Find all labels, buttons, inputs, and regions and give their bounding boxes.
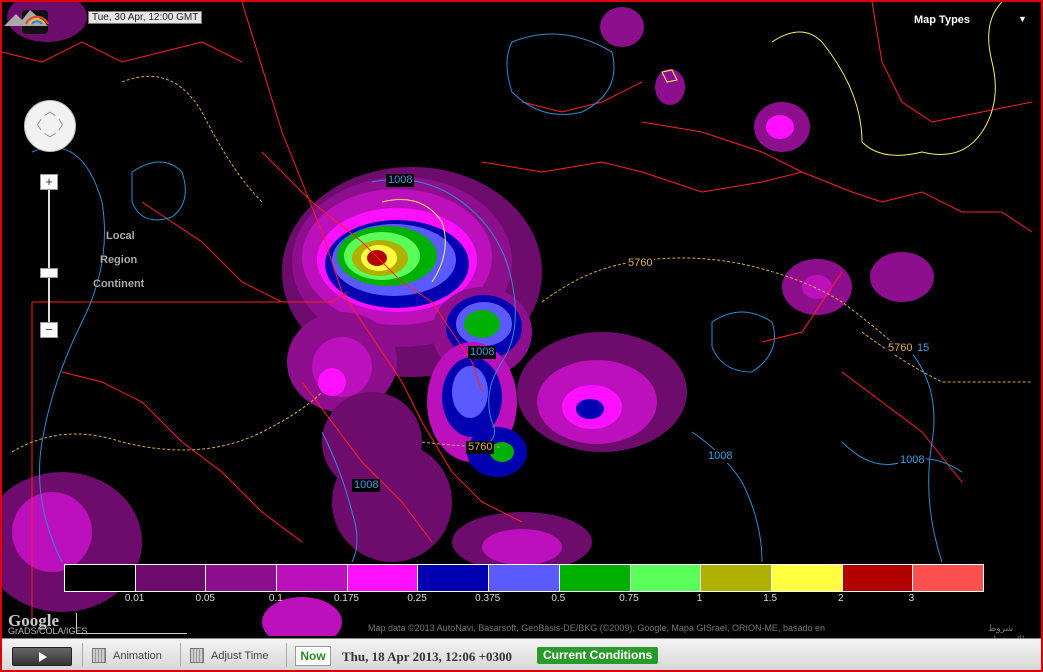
legend-swatch bbox=[347, 565, 419, 591]
map-canvas[interactable]: HL Tue, 30 Apr, 12:00 GMT Map Types ▼ ︿ … bbox=[2, 2, 1041, 644]
contour-label: 1008 bbox=[352, 479, 381, 492]
chevron-down-icon[interactable]: ▼ bbox=[1018, 14, 1027, 24]
adjust-time-button[interactable]: Adjust Time bbox=[211, 650, 268, 662]
scale-continent[interactable]: Continent bbox=[93, 278, 144, 290]
map-timestamp: Tue, 30 Apr, 12:00 GMT bbox=[88, 11, 203, 24]
current-datetime: Thu, 18 Apr 2013, 12:06 +0300 bbox=[342, 649, 513, 664]
legend-label: 2 bbox=[837, 593, 844, 604]
pan-control[interactable]: ︿ 〈 〉 ﹀ bbox=[24, 100, 76, 152]
contour-label: 1008 bbox=[706, 450, 735, 463]
legend-labels: 0.01 0.05 0.1 0.175 0.25 0.375 0.5 0.75 1 1.5 2 3 bbox=[64, 593, 982, 607]
zoom-slider-handle[interactable] bbox=[40, 268, 58, 278]
pan-right-icon[interactable]: 〉 bbox=[58, 119, 70, 131]
calendar-icon[interactable] bbox=[190, 648, 204, 663]
contour-label: 1008 bbox=[468, 346, 497, 359]
divider bbox=[82, 643, 83, 667]
legend-swatch bbox=[418, 565, 490, 591]
legend-label: 1.5 bbox=[763, 593, 778, 604]
legend-label: 0.375 bbox=[475, 593, 501, 604]
legend-swatch bbox=[701, 565, 772, 591]
legend-swatch bbox=[842, 565, 914, 591]
legend-label: 0.05 bbox=[195, 593, 215, 604]
legend-swatch bbox=[913, 565, 983, 591]
divider bbox=[180, 643, 181, 667]
legend-swatch bbox=[135, 565, 207, 591]
zoom-in-button[interactable]: + bbox=[40, 174, 58, 190]
legend-label: 0.75 bbox=[619, 593, 639, 604]
legend-label: 3 bbox=[908, 593, 915, 604]
bottom-toolbar: Animation Adjust Time Now Thu, 18 Apr 20… bbox=[2, 638, 1041, 670]
legend-swatch bbox=[277, 565, 348, 591]
contour-label: 1008 bbox=[386, 174, 415, 187]
contour-label: 1008 bbox=[898, 454, 927, 467]
contour-label: 5760 bbox=[886, 342, 915, 355]
zoom-out-button[interactable]: − bbox=[40, 322, 58, 338]
map-attribution: Map data ©2013 AutoNavi, Basarsoft, GeoB… bbox=[368, 623, 825, 633]
legend-label: 0.5 bbox=[551, 593, 566, 604]
calendar-icon[interactable] bbox=[92, 648, 106, 663]
precipitation-overlay bbox=[2, 2, 1033, 636]
contour-label: 5760 bbox=[626, 257, 655, 270]
legend-label: 0.1 bbox=[268, 593, 283, 604]
legend-label: 0.25 bbox=[407, 593, 427, 604]
legend-swatch bbox=[630, 565, 702, 591]
legend-swatch bbox=[771, 565, 843, 591]
divider bbox=[286, 643, 287, 667]
now-button[interactable]: Now bbox=[295, 646, 331, 666]
contour-label: 15 bbox=[917, 342, 930, 354]
pan-down-icon[interactable]: ﹀ bbox=[44, 133, 56, 145]
precip-blobs bbox=[2, 2, 934, 636]
weather-map-frame: HL Tue, 30 Apr, 12:00 GMT Map Types ▼ ︿ … bbox=[0, 0, 1043, 672]
color-legend bbox=[64, 564, 984, 592]
rainbow-logo-icon bbox=[4, 10, 49, 26]
pan-up-icon[interactable]: ︿ bbox=[44, 105, 56, 117]
map-types-button[interactable]: Map Types bbox=[914, 14, 970, 26]
grads-credit: GrADS/COLA/IGES bbox=[8, 626, 88, 636]
play-button[interactable] bbox=[12, 647, 72, 666]
map-scale-bar bbox=[76, 613, 187, 634]
legend-label: 1 bbox=[696, 593, 703, 604]
legend-swatch bbox=[65, 565, 136, 591]
scale-region[interactable]: Region bbox=[100, 254, 137, 266]
legend-swatch bbox=[489, 565, 560, 591]
contour-label: 5760 bbox=[466, 441, 495, 454]
pan-left-icon[interactable]: 〈 bbox=[30, 119, 42, 131]
legend-swatch bbox=[559, 565, 631, 591]
legend-label: 0.01 bbox=[124, 593, 145, 604]
zoom-slider-track[interactable] bbox=[48, 184, 50, 326]
current-conditions-button[interactable]: Current Conditions bbox=[537, 647, 659, 664]
legend-swatch bbox=[206, 565, 278, 591]
legend-label: 0.175 bbox=[333, 593, 359, 604]
animation-button[interactable]: Animation bbox=[113, 650, 162, 662]
scale-local[interactable]: Local bbox=[106, 230, 135, 242]
